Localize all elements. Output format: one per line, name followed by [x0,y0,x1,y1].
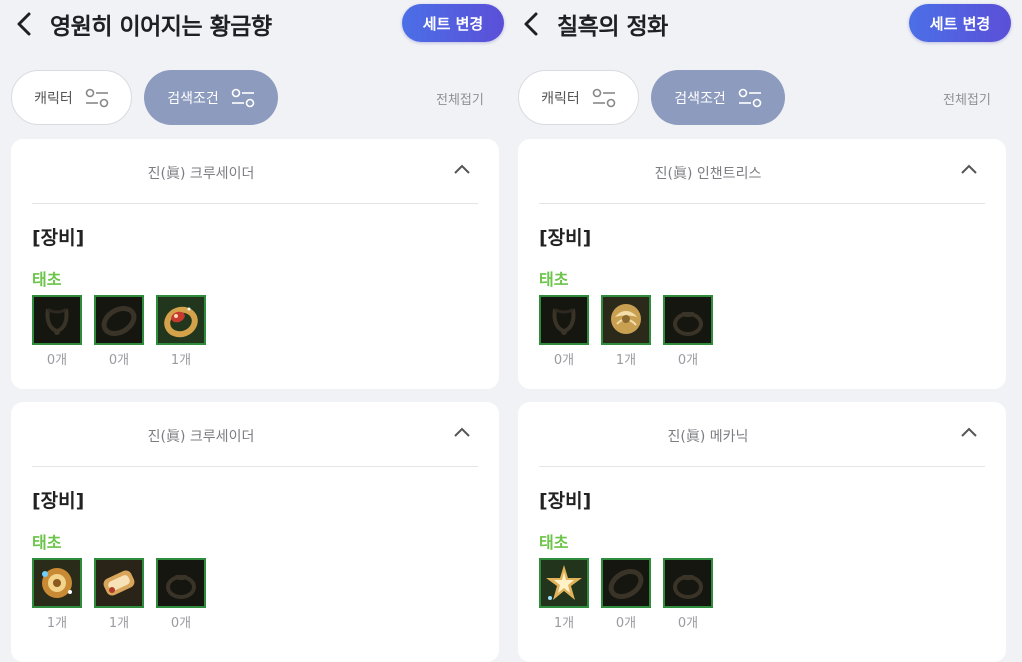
ring-empty-icon [663,295,713,345]
character-name: 진(眞) 크루세이더 [147,429,255,445]
item-slot[interactable]: 0개 [156,558,206,631]
card-header[interactable]: 진(眞) 크루세이더 [11,139,499,203]
bracelet-empty-icon [601,558,651,608]
item-slot[interactable]: 0개 [539,295,589,368]
item-count: 0개 [677,616,699,631]
grade-label: 태초 [539,270,569,289]
divider [32,203,478,204]
item-count: 0개 [677,353,699,368]
item-slot[interactable]: 0개 [94,295,144,368]
item-count: 0개 [553,353,575,368]
back-arrow-icon[interactable] [521,11,543,37]
character-filter-label: 캐릭터 [541,90,580,107]
item-slot[interactable]: 0개 [601,558,651,631]
item-count: 1개 [553,616,575,631]
necklace-empty-icon [539,295,589,345]
character-filter-label: 캐릭터 [34,90,73,107]
item-slot[interactable]: 1개 [539,558,589,631]
item-list: 1개 1개 0개 [32,558,206,631]
golden-ring-icon [156,295,206,345]
ring-empty-icon [156,558,206,608]
character-card: 진(眞) 인챈트리스 [장비] 태초 0개 1개 0개 [518,139,1006,389]
card-header[interactable]: 진(眞) 크루세이더 [11,402,499,466]
section-label: [장비] [539,227,592,249]
set-panel-right: 칠흑의 정화 세트 변경 캐릭터 검색조건 전체접기 진(眞) 인챈트리스 [장… [507,0,1014,662]
divider [539,203,985,204]
collapse-all-link[interactable]: 전체접기 [436,89,484,108]
filter-sliders-icon [231,88,255,107]
character-name: 진(眞) 메카닉 [667,429,749,445]
section-label: [장비] [539,490,592,512]
top-bar: 영원히 이어지는 황금향 세트 변경 [0,0,507,48]
set-change-button[interactable]: 세트 변경 [402,4,504,42]
item-count: 1개 [615,353,637,368]
grade-label: 태초 [32,533,62,552]
filter-sliders-icon [738,88,762,107]
item-count: 1개 [108,616,130,631]
character-card: 진(眞) 크루세이더 [장비] 태초 1개 1개 0개 [11,402,499,662]
golden-rose-icon [601,295,651,345]
bracelet-empty-icon [94,295,144,345]
filter-sliders-icon [85,88,109,107]
search-condition-label: 검색조건 [674,90,726,107]
item-list: 1개 0개 0개 [539,558,713,631]
card-header[interactable]: 진(眞) 인챈트리스 [518,139,1006,203]
item-slot[interactable]: 0개 [32,295,82,368]
chevron-up-icon[interactable] [961,427,977,437]
search-condition-button[interactable]: 검색조건 [144,70,278,125]
set-title: 칠흑의 정화 [557,14,668,40]
character-name: 진(眞) 크루세이더 [147,166,255,182]
section-label: [장비] [32,490,85,512]
collapse-all-link[interactable]: 전체접기 [943,89,991,108]
item-slot[interactable]: 1개 [94,558,144,631]
necklace-empty-icon [32,295,82,345]
grade-label: 태초 [32,270,62,289]
item-list: 0개 0개 1개 [32,295,206,368]
divider [539,466,985,467]
golden-ornament-icon [32,558,82,608]
search-condition-button[interactable]: 검색조건 [651,70,785,125]
item-slot[interactable]: 1개 [32,558,82,631]
item-count: 0개 [108,353,130,368]
card-header[interactable]: 진(眞) 메카닉 [518,402,1006,466]
character-name: 진(眞) 인챈트리스 [654,166,762,182]
item-count: 0개 [170,616,192,631]
character-card: 진(眞) 메카닉 [장비] 태초 1개 0개 0개 [518,402,1006,662]
item-list: 0개 1개 0개 [539,295,713,368]
golden-star-icon [539,558,589,608]
item-count: 0개 [46,353,68,368]
grade-label: 태초 [539,533,569,552]
item-slot[interactable]: 0개 [663,558,713,631]
ring-empty-icon [663,558,713,608]
golden-bracelet-icon [94,558,144,608]
chevron-up-icon[interactable] [961,164,977,174]
divider [32,466,478,467]
set-change-button[interactable]: 세트 변경 [909,4,1011,42]
search-condition-label: 검색조건 [167,90,219,107]
chevron-up-icon[interactable] [454,164,470,174]
character-filter-button[interactable]: 캐릭터 [11,70,132,125]
back-arrow-icon[interactable] [14,11,36,37]
set-title: 영원히 이어지는 황금향 [50,14,272,40]
item-slot[interactable]: 1개 [601,295,651,368]
filter-sliders-icon [592,88,616,107]
character-filter-button[interactable]: 캐릭터 [518,70,639,125]
set-panel-left: 영원히 이어지는 황금향 세트 변경 캐릭터 검색조건 전체접기 진(眞) 크루… [0,0,507,662]
item-slot[interactable]: 1개 [156,295,206,368]
character-card: 진(眞) 크루세이더 [장비] 태초 0개 0개 1개 [11,139,499,389]
item-count: 1개 [46,616,68,631]
item-slot[interactable]: 0개 [663,295,713,368]
item-count: 0개 [615,616,637,631]
chevron-up-icon[interactable] [454,427,470,437]
item-count: 1개 [170,353,192,368]
section-label: [장비] [32,227,85,249]
top-bar: 칠흑의 정화 세트 변경 [507,0,1014,48]
